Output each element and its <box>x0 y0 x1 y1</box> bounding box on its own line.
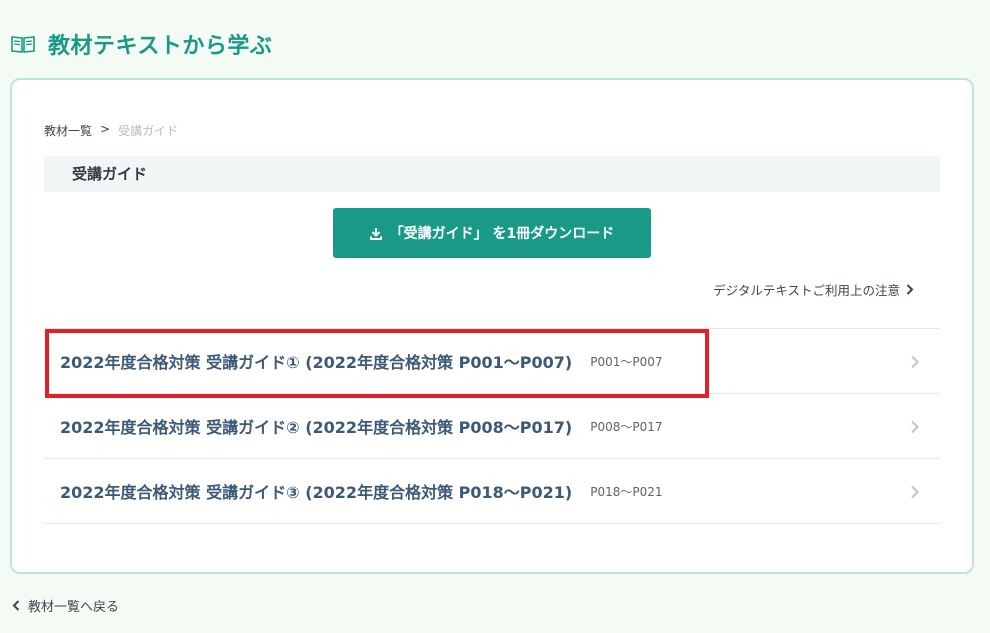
list-item[interactable]: 2022年度合格対策 受講ガイド② (2022年度合格対策 P008〜P017)… <box>44 394 940 459</box>
guide-list: 2022年度合格対策 受講ガイド① (2022年度合格対策 P001〜P007)… <box>44 328 940 524</box>
list-item[interactable]: 2022年度合格対策 受講ガイド① (2022年度合格対策 P001〜P007)… <box>44 329 940 394</box>
download-icon <box>369 227 382 240</box>
page-title: 教材テキストから学ぶ <box>48 34 273 59</box>
content-card: 教材一覧 > 受講ガイド 受講ガイド 「受講ガイド」 を1冊ダウンロード デジタ… <box>10 78 974 574</box>
back-to-materials-link[interactable]: 教材一覧へ戻る <box>12 596 119 615</box>
book-icon <box>10 33 36 55</box>
download-button-label: 「受講ガイド」 を1冊ダウンロード <box>389 226 615 242</box>
item-title: 2022年度合格対策 受講ガイド③ (2022年度合格対策 P018〜P021) <box>60 483 573 502</box>
download-button[interactable]: 「受講ガイド」 を1冊ダウンロード <box>333 208 651 258</box>
page-header: 教材テキストから学ぶ <box>10 28 272 60</box>
section-title: 受講ガイド <box>44 156 940 192</box>
item-pages: P018〜P021 <box>590 484 663 499</box>
item-title: 2022年度合格対策 受講ガイド① (2022年度合格対策 P001〜P007) <box>60 353 573 372</box>
breadcrumb: 教材一覧 > 受講ガイド <box>44 122 178 139</box>
breadcrumb-item-materials[interactable]: 教材一覧 <box>44 122 92 139</box>
breadcrumb-separator: > <box>100 122 111 136</box>
item-pages: P001〜P007 <box>590 354 663 369</box>
chevron-right-icon <box>910 484 920 499</box>
usage-notice-label: デジタルテキストご利用上の注意 <box>713 283 900 298</box>
item-title: 2022年度合格対策 受講ガイド② (2022年度合格対策 P008〜P017) <box>60 418 573 437</box>
list-item[interactable]: 2022年度合格対策 受講ガイド③ (2022年度合格対策 P018〜P021)… <box>44 459 940 524</box>
chevron-right-icon <box>910 354 920 369</box>
breadcrumb-item-current: 受講ガイド <box>118 124 179 138</box>
usage-notice-link[interactable]: デジタルテキストご利用上の注意 <box>713 280 914 299</box>
chevron-left-icon <box>12 600 20 611</box>
back-link-label: 教材一覧へ戻る <box>28 600 120 615</box>
chevron-right-icon <box>910 419 920 434</box>
chevron-right-icon <box>906 284 914 295</box>
item-pages: P008〜P017 <box>590 419 663 434</box>
